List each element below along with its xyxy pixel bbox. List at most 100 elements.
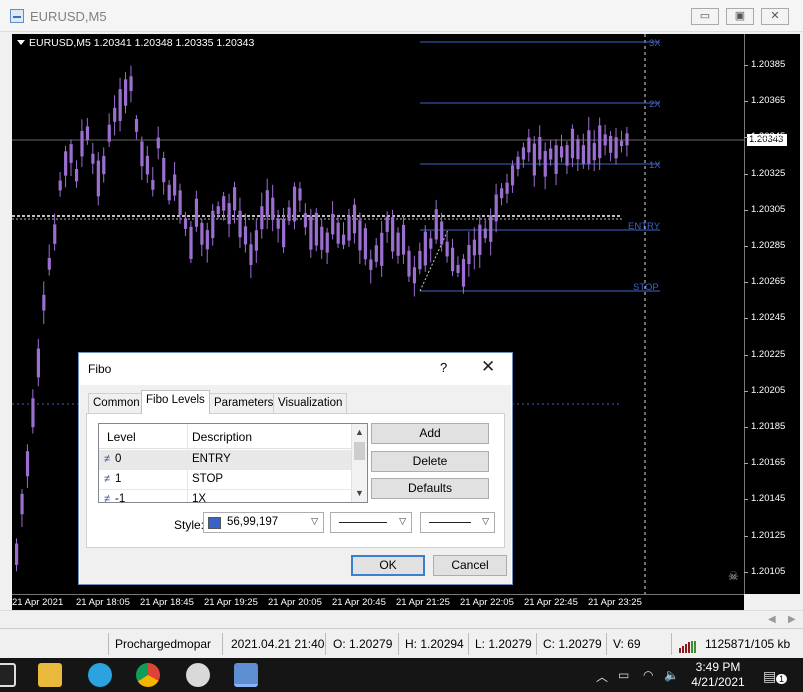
chart-scrollbar[interactable]: ◀ ▶ [0, 610, 803, 628]
taskbar-clock[interactable]: 3:49 PM 4/21/2021 [688, 660, 748, 690]
line-width-preview [429, 522, 471, 523]
level-value: 0 [115, 453, 122, 465]
candle-body [336, 222, 340, 244]
column-header-description[interactable]: Description [192, 430, 252, 444]
tray-chevron-icon[interactable]: ︿ [596, 668, 608, 685]
dialog-body: Common Fibo Levels Parameters Visualizat… [80, 385, 511, 584]
tab-common[interactable]: Common [88, 393, 145, 413]
help-button[interactable]: ? [440, 360, 447, 375]
price-label: 1.20185 [751, 421, 786, 432]
level-value: 1 [115, 473, 122, 485]
table-row[interactable]: ≠ 0 ENTRY [99, 450, 351, 470]
time-label: 21 Apr 20:45 [332, 597, 386, 608]
style-label: Style: [174, 518, 205, 532]
calculator-icon[interactable] [0, 663, 16, 687]
scroll-left-icon[interactable]: ◀ [768, 614, 776, 625]
chevron-down-icon: ▽ [399, 516, 406, 526]
candle-body [434, 209, 438, 240]
telegram-icon[interactable] [88, 663, 112, 687]
candle-body [194, 198, 199, 227]
time-label: 21 Apr 20:05 [268, 597, 322, 608]
minimize-button[interactable]: ▭ [691, 8, 719, 25]
candle-body [151, 180, 155, 190]
fibo-label-2x: 2X [649, 99, 661, 110]
candle-body [625, 133, 629, 146]
price-label: 1.20245 [751, 312, 786, 324]
scroll-thumb[interactable] [354, 442, 365, 460]
price-tick [744, 571, 748, 573]
chrome-icon[interactable] [136, 663, 160, 687]
price-label: 1.20325 [751, 167, 786, 179]
candle-body [173, 174, 177, 196]
scroll-right-icon[interactable]: ▶ [788, 614, 796, 625]
cancel-button[interactable]: Cancel [433, 555, 507, 576]
file-explorer-icon[interactable] [38, 663, 62, 687]
price-label: 1.20165 [751, 457, 786, 469]
scroll-down-icon[interactable]: ▼ [355, 488, 364, 498]
close-window-button[interactable]: ✕ [761, 8, 789, 25]
price-tick [744, 246, 748, 247]
line-style-select[interactable]: ▽ [330, 512, 412, 533]
color-swatch [208, 517, 221, 529]
candle-body [107, 124, 111, 142]
table-row[interactable]: ≠ -1 1X [99, 490, 351, 503]
candle-body [456, 264, 460, 274]
status-separator [398, 633, 399, 655]
candle-body [287, 207, 291, 221]
tab-visualization[interactable]: Visualization [273, 393, 348, 413]
time-label: 21 Apr 22:05 [460, 597, 514, 608]
candle-body [80, 130, 84, 157]
price-label: 1.20225 [751, 348, 786, 360]
candle-body [521, 147, 526, 160]
price-tick [744, 137, 748, 139]
delete-button[interactable]: Delete [371, 451, 489, 472]
metatrader-icon[interactable] [234, 663, 258, 687]
battery-icon[interactable]: ▭ [618, 668, 629, 682]
candle-body [167, 184, 171, 201]
scroll-up-icon[interactable]: ▲ [355, 427, 364, 437]
candle-body [369, 259, 373, 270]
candle-body [20, 493, 24, 515]
candle-body [347, 216, 351, 241]
candle-body [260, 206, 264, 230]
status-datetime: 2021.04.21 21:40 [231, 637, 325, 651]
candle-body [140, 141, 144, 167]
dialog-close-button[interactable]: ✕ [481, 357, 495, 377]
candle-body [352, 204, 357, 234]
line-width-select[interactable]: ▽ [420, 512, 495, 533]
candle-body [243, 226, 248, 245]
candle-body [505, 182, 509, 194]
candle-body [42, 294, 46, 311]
candle-body [385, 216, 389, 232]
candle-body [342, 234, 346, 245]
notification-icon[interactable]: ▤ [763, 668, 776, 685]
volume-icon[interactable]: 🔈 [664, 668, 679, 682]
price-label: 1.20385 [751, 59, 786, 70]
color-select[interactable]: 56,99,197 ▽ [203, 512, 324, 533]
levels-scrollbar[interactable]: ▲ ▼ [351, 424, 367, 502]
candle-body [538, 136, 542, 160]
maximize-button[interactable]: ▣ [726, 8, 754, 25]
column-header-level[interactable]: Level [107, 430, 136, 444]
ok-button[interactable]: OK [351, 555, 425, 576]
collapse-triangle-icon[interactable] [17, 40, 25, 45]
description-cell: 1X [192, 493, 207, 503]
snipping-tool-icon[interactable] [186, 663, 210, 687]
candle-body [412, 267, 417, 284]
price-tick [744, 499, 748, 501]
price-tick [744, 209, 748, 211]
candle-body [183, 218, 188, 229]
status-volume: V: 69 [613, 637, 641, 651]
add-button[interactable]: Add [371, 423, 489, 444]
chart-quote-line: EURUSD,M5 1.20341 1.20348 1.20335 1.2034… [29, 37, 255, 49]
candle-body [560, 146, 564, 158]
wifi-icon[interactable]: ◠ [643, 668, 653, 682]
table-row[interactable]: ≠ 1 STOP [99, 470, 351, 490]
tab-parameters[interactable]: Parameters [209, 393, 279, 413]
tab-fibo-levels[interactable]: Fibo Levels [141, 390, 210, 414]
candle-body [325, 232, 329, 253]
defaults-button[interactable]: Defaults [371, 478, 489, 499]
price-label: 1.20145 [751, 493, 786, 505]
candle-body [467, 244, 471, 265]
candle-body [478, 224, 482, 255]
